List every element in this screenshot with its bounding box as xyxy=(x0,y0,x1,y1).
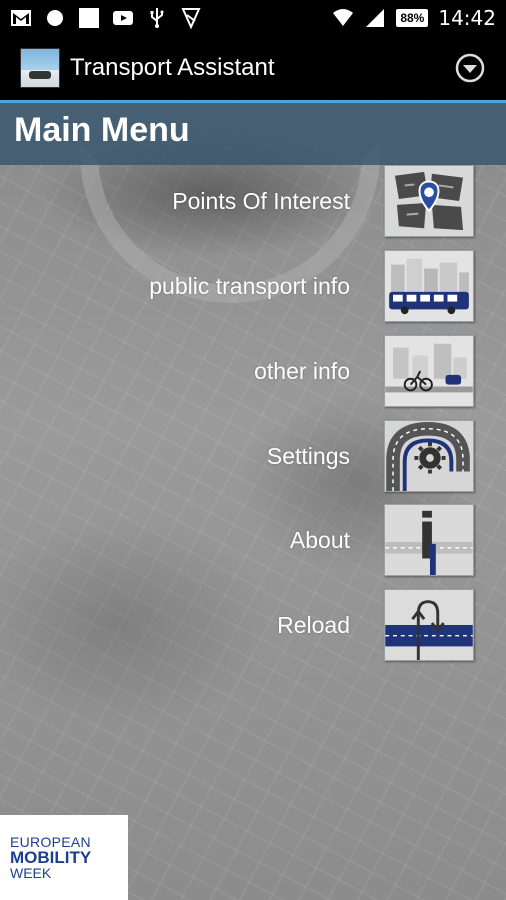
menu-item-label: Settings xyxy=(266,442,350,469)
info-icon[interactable] xyxy=(384,504,474,576)
menu-item-label: other info xyxy=(254,357,350,384)
record-dot-icon xyxy=(47,10,63,26)
menu-item-label: public transport info xyxy=(149,272,350,299)
system-icons: 88% 14:42 xyxy=(332,6,496,30)
main-content: Main Menu Points Of Interest public tran… xyxy=(0,103,506,900)
wifi-icon xyxy=(333,9,354,26)
clock: 14:42 xyxy=(438,6,496,30)
signal-icon xyxy=(366,9,385,27)
menu-item-settings[interactable]: Settings xyxy=(267,420,474,492)
dropdown-menu-button[interactable] xyxy=(454,52,486,84)
menu-item-reload[interactable]: Reload xyxy=(277,589,474,661)
action-bar: Transport Assistant xyxy=(0,36,506,100)
notification-icons xyxy=(10,7,202,29)
map-pin-icon[interactable] xyxy=(384,165,474,237)
chevron-down-icon xyxy=(463,65,477,73)
bus-icon[interactable] xyxy=(384,250,474,322)
european-mobility-week-logo: EUROPEAN MOBILITY WEEK xyxy=(0,815,128,900)
battery-level: 88% xyxy=(400,11,425,25)
usb-icon xyxy=(150,8,164,28)
menu-item-points-of-interest[interactable]: Points Of Interest xyxy=(172,165,474,237)
status-bar: 88% 14:42 xyxy=(0,0,506,36)
menu-item-public-transport-info[interactable]: public transport info xyxy=(149,250,474,322)
youtube-icon xyxy=(113,11,133,25)
app-notification-icon xyxy=(181,8,201,29)
page-title: Main Menu xyxy=(14,111,190,149)
menu-item-label: About xyxy=(289,526,350,553)
battery-icon: 88% xyxy=(396,9,429,27)
menu-item-label: Reload xyxy=(277,611,350,638)
menu-item-other-info[interactable]: other info xyxy=(254,335,474,407)
square-icon xyxy=(79,8,99,28)
app-title: Transport Assistant xyxy=(70,54,275,81)
u-turn-icon[interactable] xyxy=(384,589,474,661)
logo-line-mobility: MOBILITY xyxy=(10,848,92,867)
gear-road-icon[interactable] xyxy=(384,420,474,492)
logo-line-week: WEEK xyxy=(10,865,52,881)
menu-header: Main Menu xyxy=(0,103,506,165)
app-logo xyxy=(20,48,60,88)
gmail-icon xyxy=(11,10,31,26)
menu-item-label: Points Of Interest xyxy=(172,187,350,214)
menu-item-about[interactable]: About xyxy=(290,504,474,576)
bicycle-icon[interactable] xyxy=(384,335,474,407)
